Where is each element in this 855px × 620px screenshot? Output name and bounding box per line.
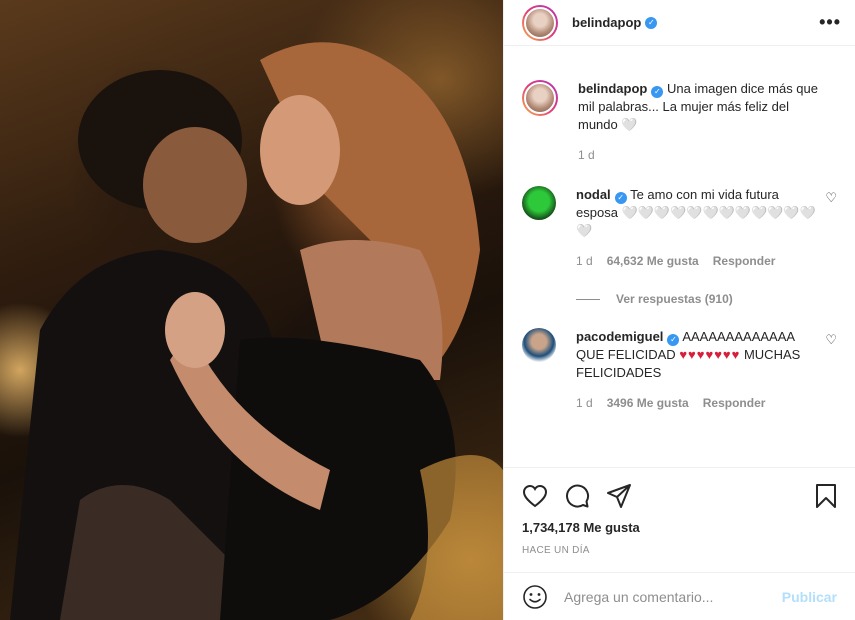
bookmark-icon[interactable]	[815, 483, 837, 509]
instagram-post: belindapop ✓ ••• belindapop ✓ Una imagen …	[0, 0, 855, 620]
verified-badge-icon: ✓	[614, 192, 627, 204]
comment-input[interactable]	[564, 588, 782, 605]
comments-section: belindapop ✓ Una imagen dice más que mil …	[504, 80, 855, 467]
comment-time: 1 d	[576, 396, 593, 410]
comment-like-heart-icon[interactable]: ♡	[825, 332, 837, 348]
caption-meta: 1 d	[578, 146, 818, 164]
header-username[interactable]: belindapop	[572, 15, 641, 30]
comment-like-heart-icon[interactable]: ♡	[825, 190, 837, 206]
hearts-emoji: ♥♥♥♥♥♥♥	[679, 347, 741, 362]
comment-icon[interactable]	[564, 483, 590, 509]
action-icons	[522, 482, 837, 510]
comment-avatar[interactable]	[522, 328, 556, 362]
comment-avatar[interactable]	[522, 186, 556, 220]
avatar-image	[524, 6, 556, 39]
comment-meta: 1 d 64,632 Me gusta Responder	[576, 252, 816, 270]
post-photo[interactable]	[0, 0, 503, 620]
couple-photo-illustration	[10, 42, 503, 620]
add-comment-bar: Publicar	[504, 572, 855, 620]
post-actions: 1,734,178 Me gusta HACE UN DÍA	[504, 467, 855, 556]
comment-likes[interactable]: 3496 Me gusta	[607, 394, 689, 412]
caption-username[interactable]: belindapop	[578, 81, 647, 96]
verified-badge-icon: ✓	[651, 86, 664, 98]
more-options-icon[interactable]: •••	[819, 12, 841, 33]
comment-row: pacodemiguel ✓ AAAAAAAAAAAAA QUE FELICIDA…	[522, 328, 837, 412]
caption-avatar[interactable]	[522, 80, 558, 116]
share-send-icon[interactable]	[606, 483, 632, 509]
like-heart-icon[interactable]	[522, 484, 548, 508]
view-replies-button[interactable]: Ver respuestas (910)	[576, 292, 837, 306]
comment-text: Te amo con mi vida futura esposa 🤍🤍🤍🤍🤍🤍🤍…	[576, 187, 816, 238]
post-header: belindapop ✓ •••	[504, 0, 855, 46]
comment-username[interactable]: pacodemiguel	[576, 329, 663, 344]
emoji-icon[interactable]	[522, 584, 548, 610]
post-timestamp: HACE UN DÍA	[522, 545, 590, 556]
view-replies-label: Ver respuestas (910)	[616, 292, 733, 306]
replies-divider	[576, 298, 600, 300]
comment-body: nodal ✓ Te amo con mi vida futura esposa …	[576, 186, 816, 270]
reply-button[interactable]: Responder	[713, 252, 776, 270]
comment-likes[interactable]: 64,632 Me gusta	[607, 252, 699, 270]
avatar-image	[524, 82, 556, 114]
comment-row: nodal ✓ Te amo con mi vida futura esposa …	[522, 186, 837, 270]
avatar[interactable]	[522, 4, 558, 41]
verified-badge-icon: ✓	[667, 334, 680, 346]
post-likes-count[interactable]: 1,734,178 Me gusta	[522, 520, 837, 535]
caption: belindapop ✓ Una imagen dice más que mil …	[522, 80, 837, 164]
comment-time: 1 d	[576, 254, 593, 268]
verified-badge-icon: ✓	[645, 16, 658, 29]
post-sidebar: belindapop ✓ ••• belindapop ✓ Una imagen …	[503, 0, 855, 620]
comment-username[interactable]: nodal	[576, 187, 611, 202]
caption-time: 1 d	[578, 148, 595, 162]
publish-button[interactable]: Publicar	[782, 589, 837, 605]
reply-button[interactable]: Responder	[703, 394, 766, 412]
caption-body: belindapop ✓ Una imagen dice más que mil …	[578, 80, 818, 164]
comment-meta: 1 d 3496 Me gusta Responder	[576, 394, 816, 412]
comment-body: pacodemiguel ✓ AAAAAAAAAAAAA QUE FELICIDA…	[576, 328, 816, 412]
